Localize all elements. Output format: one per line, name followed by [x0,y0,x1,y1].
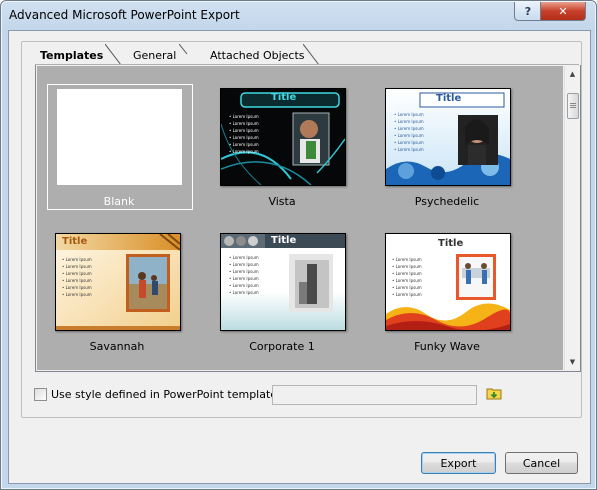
tab-general-label: General [133,48,177,62]
template-label-psychedelic: Psychedelic [414,195,480,208]
tab-templates[interactable]: Templates [40,46,103,64]
tab-attached-objects[interactable]: Attached Objects [210,46,305,64]
template-thumb-vista[interactable]: Title • Lorem Ipsum • Lorem Ipsum • Lore… [220,88,346,186]
window-title: Advanced Microsoft PowerPoint Export [9,8,240,22]
scroll-thumb[interactable] [567,93,579,119]
vista-slide-title: Title [271,92,297,103]
template-label-vista: Vista [268,195,296,208]
help-button[interactable]: ? [514,2,542,21]
folder-open-icon [486,388,502,400]
use-style-checkbox[interactable] [34,388,47,401]
template-label-blank: Blank [103,195,135,208]
savannah-slide-title: Title [62,236,88,247]
gallery-scrollbar[interactable]: ▲ ▼ [564,66,580,370]
funky-wave-slide-title: Title [438,238,464,249]
title-bar[interactable]: Advanced Microsoft PowerPoint Export ? ✕ [1,1,596,31]
template-gallery[interactable]: Blank Title • Lorem Ipsum • Lorem Ipsum … [37,66,563,370]
scroll-down-arrow[interactable]: ▼ [567,356,578,367]
tab-attached-objects-label: Attached Objects [210,48,305,62]
use-style-label[interactable]: Use style defined in PowerPoint template… [51,388,281,401]
tab-separator [179,44,188,55]
template-thumb-blank[interactable] [57,89,182,185]
export-button[interactable]: Export [421,452,496,474]
scroll-up-arrow[interactable]: ▲ [567,68,578,79]
dialog-window: Advanced Microsoft PowerPoint Export ? ✕… [0,0,597,490]
funky-wave-bullets: • Lorem Ipsum • Lorem Ipsum • Lorem Ipsu… [392,257,422,297]
vista-bullets: • Lorem Ipsum • Lorem Ipsum • Lorem Ipsu… [229,114,259,154]
dialog-body: Templates General Attached Objects Blank [8,30,591,484]
template-path-field[interactable] [272,385,477,405]
template-thumb-corporate-1[interactable]: Title • Lorem Ipsum • Lorem Ipsum • Lore… [220,233,346,331]
tab-separator [105,44,122,66]
use-style-option[interactable]: Use style defined in PowerPoint template… [34,388,281,401]
corporate-bullets: • Lorem Ipsum • Lorem Ipsum • Lorem Ipsu… [229,255,259,295]
template-label-corporate-1: Corporate 1 [249,340,315,353]
template-thumb-funky-wave[interactable]: Title • Lorem Ipsum • Lorem Ipsum • Lore… [385,233,511,331]
close-button[interactable]: ✕ [540,2,586,21]
tab-general[interactable]: General [133,46,176,64]
savannah-bullets: • Lorem Ipsum • Lorem Ipsum • Lorem Ipsu… [62,257,92,297]
tab-separator [303,44,320,66]
tab-templates-label: Templates [40,48,104,62]
psychedelic-bullets: • Lorem Ipsum • Lorem Ipsum • Lorem Ipsu… [394,112,424,152]
templates-panel: Blank Title • Lorem Ipsum • Lorem Ipsum … [35,65,581,372]
browse-button[interactable] [486,384,502,402]
corporate-slide-title: Title [271,235,297,246]
template-thumb-savannah[interactable]: Title • Lorem Ipsum • Lorem Ipsum • Lore… [55,233,181,331]
template-label-funky-wave: Funky Wave [414,340,480,353]
template-thumb-psychedelic[interactable]: Title • Lorem Ipsum • Lorem Ipsum • Lore… [385,88,511,186]
template-label-savannah: Savannah [89,340,145,353]
cancel-button[interactable]: Cancel [505,452,578,474]
psychedelic-slide-title: Title [436,93,462,104]
